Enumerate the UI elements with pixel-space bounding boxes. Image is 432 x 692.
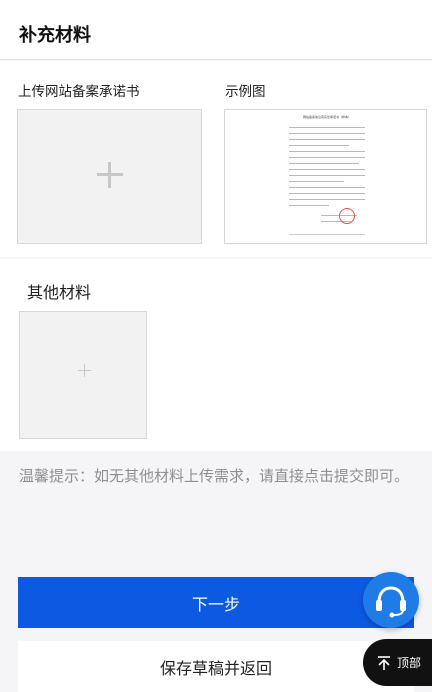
stamp-seal [339, 208, 355, 224]
sample-doc-title: 网站备案信息真实性承诺书（样本） [302, 115, 351, 119]
sample-image-label: 示例图 [225, 84, 266, 100]
save-draft-button[interactable]: 保存草稿并返回 [18, 641, 414, 692]
arrow-up-icon [378, 655, 390, 670]
upload-other-materials-box[interactable] [19, 311, 147, 439]
other-materials-label: 其他材料 [27, 283, 92, 302]
headset-icon [376, 586, 406, 618]
page-header: 补充材料 [0, 0, 432, 60]
sample-image[interactable]: 网站备案信息真实性承诺书（样本） [224, 109, 427, 244]
hint-text: 温馨提示：如无其他材料上传需求，请直接点击提交即可。 [19, 467, 410, 485]
next-step-button[interactable]: 下一步 [18, 577, 414, 628]
upload-commitment-box[interactable] [17, 109, 202, 244]
upload-commitment-label: 上传网站备案承诺书 [18, 84, 140, 100]
back-to-top-button[interactable]: 顶部 [363, 639, 432, 686]
customer-service-button[interactable] [363, 572, 419, 628]
page-title: 补充材料 [19, 25, 91, 46]
other-materials-section: 其他材料 [0, 259, 432, 451]
website-filing-section: 上传网站备案承诺书 示例图 网站备案信息真实性承诺书（样本） [0, 61, 432, 257]
back-to-top-label: 顶部 [397, 656, 422, 670]
